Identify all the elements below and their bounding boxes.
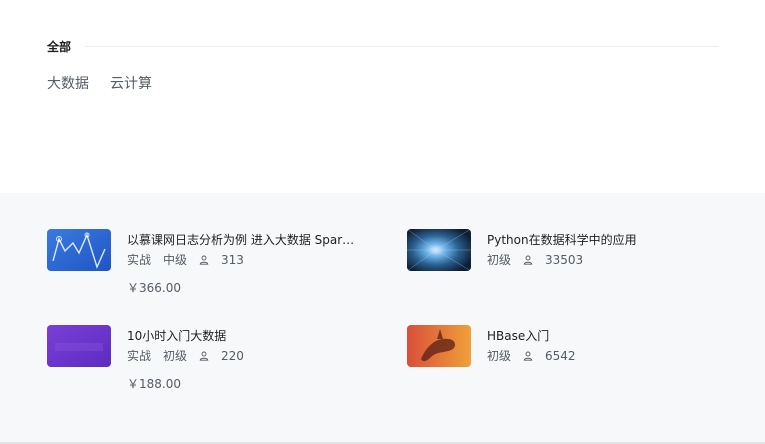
course-level: 初级	[487, 349, 512, 363]
course-price: ￥366.00	[127, 281, 181, 295]
course-title[interactable]: Python在数据科学中的应用	[487, 231, 722, 248]
course-level: 初级	[487, 253, 512, 267]
course-thumbnail[interactable]	[407, 325, 471, 367]
learner-count: 33503	[545, 252, 584, 267]
course-learners: 220	[199, 349, 256, 363]
learner-count: 313	[221, 252, 244, 267]
learner-count: 6542	[545, 348, 576, 363]
course-level: 中级	[163, 253, 188, 267]
section-divider	[85, 46, 719, 47]
category-panel: 全部 大数据 云计算	[0, 0, 765, 193]
course-list: 以慕课网日志分析为例 进入大数据 Spar… 实战 中级 313 ￥366.00	[0, 193, 765, 442]
course-card[interactable]: 10小时入门大数据 实战 初级 220 ￥188.00	[47, 325, 367, 405]
user-icon	[199, 351, 209, 361]
user-icon	[523, 255, 533, 265]
course-meta: 实战 中级 313	[127, 251, 256, 268]
user-icon	[523, 351, 533, 361]
user-icon	[199, 255, 209, 265]
course-thumbnail[interactable]	[407, 229, 471, 271]
course-type: 实战	[127, 253, 152, 267]
course-meta: 初级 33503	[487, 251, 595, 268]
course-thumbnail[interactable]	[47, 229, 111, 271]
orca-thumbnail	[407, 325, 471, 367]
course-title[interactable]: 以慕课网日志分析为例 进入大数据 Spar…	[127, 231, 362, 248]
learner-count: 220	[221, 348, 244, 363]
course-learners: 6542	[523, 349, 588, 363]
purple-thumbnail	[47, 325, 111, 367]
course-learners: 313	[199, 253, 256, 267]
course-price: ￥188.00	[127, 377, 181, 391]
section-title: 全部	[47, 40, 72, 54]
tag-cloud-computing[interactable]: 云计算	[110, 73, 152, 93]
course-meta: 初级 6542	[487, 347, 588, 364]
course-title[interactable]: HBase入门	[487, 327, 722, 344]
data-tunnel-thumbnail	[407, 229, 471, 271]
tag-list: 大数据 云计算	[47, 73, 152, 93]
course-meta: 实战 初级 220	[127, 347, 256, 364]
course-card[interactable]: 以慕课网日志分析为例 进入大数据 Spar… 实战 中级 313 ￥366.00	[47, 229, 367, 309]
course-card[interactable]: HBase入门 初级 6542	[407, 325, 727, 405]
course-learners: 33503	[523, 253, 595, 267]
blue-chart-thumbnail	[47, 229, 111, 271]
course-thumbnail[interactable]	[47, 325, 111, 367]
course-type: 实战	[127, 349, 152, 363]
course-card[interactable]: Python在数据科学中的应用 初级 33503	[407, 229, 727, 309]
course-level: 初级	[163, 349, 188, 363]
course-title[interactable]: 10小时入门大数据	[127, 327, 362, 344]
tag-big-data[interactable]: 大数据	[47, 73, 89, 93]
